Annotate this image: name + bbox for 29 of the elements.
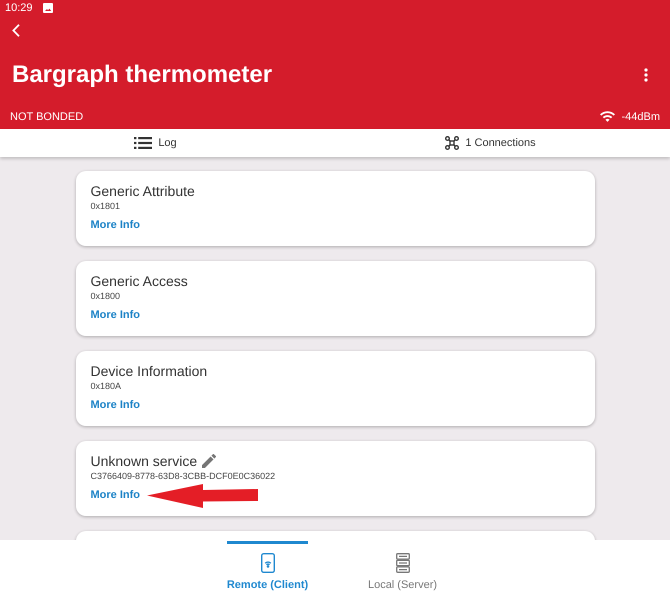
more-options-icon[interactable] [644, 68, 648, 82]
toolbar-tab[interactable]: Log [0, 129, 335, 157]
rssi-value: -44dBm [621, 110, 660, 122]
service-uuid: 0x1800 [90, 290, 120, 302]
more-info-link[interactable]: More Info [90, 218, 140, 232]
back-icon[interactable] [12, 24, 20, 36]
service-name: Generic Attribute [90, 182, 195, 200]
service-name: Generic Access [90, 272, 188, 290]
status-time: 10:29 [5, 2, 33, 14]
service-uuid: 0x1801 [90, 200, 120, 212]
toolbar-tab[interactable]: 1 Connections [335, 129, 670, 157]
image-icon [42, 3, 53, 13]
bottom-nav-tab[interactable]: Remote (Client) [200, 540, 335, 600]
device-title: Bargraph thermometer [12, 60, 272, 90]
more-info-link[interactable]: More Info [90, 308, 140, 322]
service-name: Unknown service [90, 452, 198, 470]
more-info-link[interactable]: More Info [90, 398, 140, 412]
bond-state: NOT BONDED [10, 110, 84, 122]
network-icon [445, 136, 460, 150]
service-uuid: C3766409-8778-63D8-3CBB-DCF0E0C36022 [90, 470, 276, 482]
signal-icon [600, 111, 616, 122]
service-name: Device Information [90, 362, 208, 380]
pencil-icon[interactable] [202, 454, 216, 468]
bottom-nav-tab[interactable]: Local (Server) [335, 540, 470, 600]
list-icon [134, 137, 152, 149]
more-info-link[interactable]: More Info [90, 488, 140, 502]
server-icon [396, 553, 410, 573]
phone-icon [260, 553, 274, 573]
service-uuid: 0x180A [90, 380, 122, 392]
